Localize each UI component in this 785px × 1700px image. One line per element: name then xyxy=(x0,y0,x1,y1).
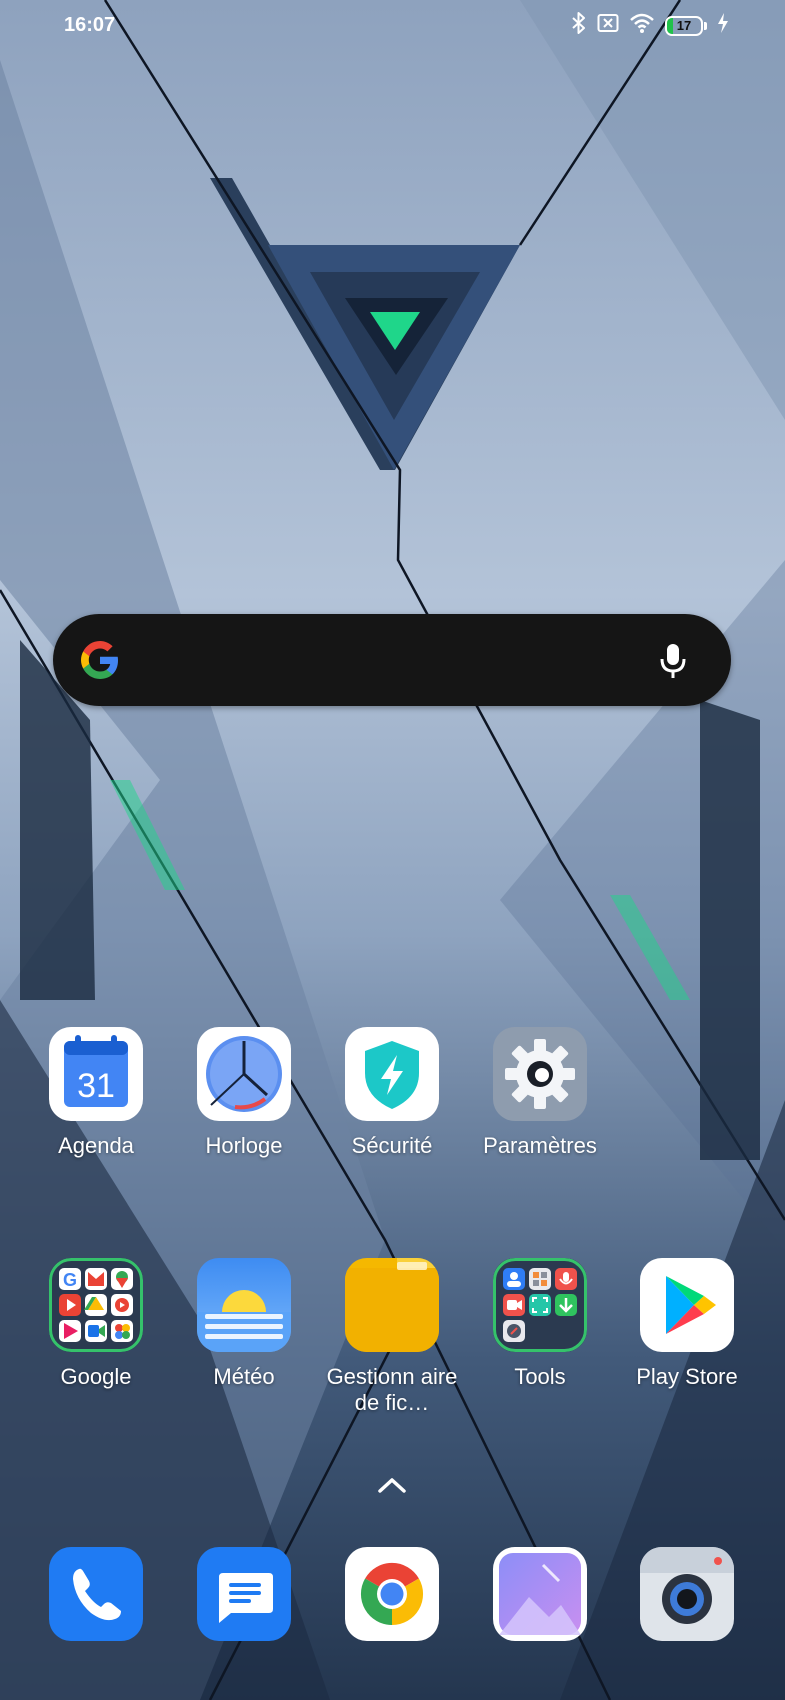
settings-gear-icon xyxy=(493,1027,587,1121)
weather-icon xyxy=(197,1258,291,1352)
charging-icon xyxy=(717,13,729,38)
app-securite[interactable]: Sécurité xyxy=(312,1027,472,1159)
app-drawer-chevron-up-icon[interactable] xyxy=(372,1470,412,1500)
app-meteo[interactable]: Météo xyxy=(164,1258,324,1390)
calendar-day-number: 31 xyxy=(77,1067,115,1105)
no-sim-icon xyxy=(597,13,619,38)
dock-messages[interactable] xyxy=(164,1547,324,1641)
wallpaper xyxy=(0,0,785,1700)
app-play-store[interactable]: Play Store xyxy=(607,1258,767,1390)
svg-text:G: G xyxy=(63,1270,77,1290)
folder-tools[interactable]: Tools xyxy=(460,1258,620,1390)
dock-camera[interactable] xyxy=(607,1547,767,1641)
microphone-icon[interactable] xyxy=(651,638,695,682)
dock-chrome[interactable] xyxy=(312,1547,472,1641)
file-manager-folder-icon xyxy=(345,1258,439,1352)
chrome-icon xyxy=(345,1547,439,1641)
app-label: Play Store xyxy=(636,1364,738,1389)
battery-level-text: 17 xyxy=(676,17,692,33)
status-time: 16:07 xyxy=(64,14,116,36)
app-parametres[interactable]: Paramètres xyxy=(460,1027,620,1159)
status-bar: 16:07 17 xyxy=(0,0,785,52)
bluetooth-icon xyxy=(571,12,587,39)
status-icons: 17 xyxy=(571,12,729,39)
dock-gallery[interactable] xyxy=(460,1547,620,1641)
app-label: Horloge xyxy=(205,1133,283,1158)
app-label: Agenda xyxy=(58,1133,134,1158)
app-label: Météo xyxy=(213,1364,275,1389)
calendar-icon: 31 xyxy=(49,1027,143,1121)
clock-icon xyxy=(197,1027,291,1121)
security-shield-icon xyxy=(345,1027,439,1121)
google-g-icon xyxy=(77,637,123,683)
tools-folder-icon xyxy=(493,1258,587,1352)
phone-icon xyxy=(49,1547,143,1641)
google-search-bar[interactable] xyxy=(53,614,731,706)
dock-phone[interactable] xyxy=(16,1547,176,1641)
play-store-icon xyxy=(640,1258,734,1352)
google-folder-icon: G xyxy=(49,1258,143,1352)
app-horloge[interactable]: Horloge xyxy=(164,1027,324,1159)
camera-icon xyxy=(640,1547,734,1641)
app-agenda[interactable]: 31 Agenda xyxy=(16,1027,176,1159)
app-label: Gestionn aire de fic… xyxy=(326,1364,458,1415)
folder-google[interactable]: G Google xyxy=(16,1258,176,1390)
app-label: Tools xyxy=(514,1364,566,1389)
wifi-icon xyxy=(629,12,655,39)
app-label: Paramètres xyxy=(483,1133,597,1158)
messages-icon xyxy=(197,1547,291,1641)
app-label: Google xyxy=(60,1364,132,1389)
gallery-icon xyxy=(493,1547,587,1641)
battery-icon: 17 xyxy=(665,15,707,36)
app-label: Sécurité xyxy=(351,1133,433,1158)
app-gestionnaire-fichiers[interactable]: Gestionn aire de fic… xyxy=(312,1258,472,1416)
